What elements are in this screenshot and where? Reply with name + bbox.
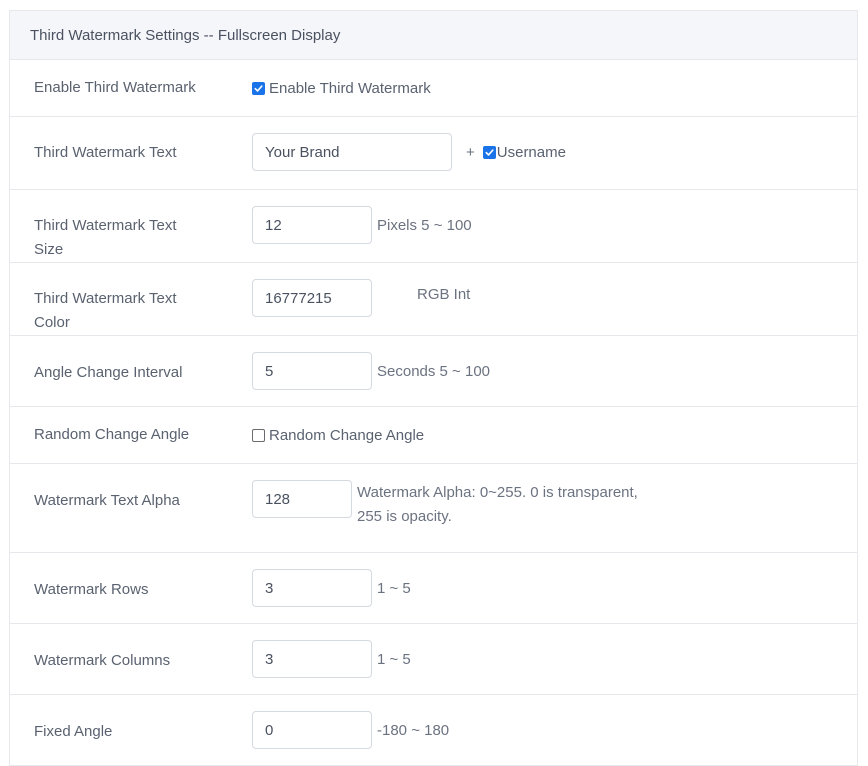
fixed-angle-input[interactable] — [252, 711, 372, 749]
watermark-columns-field: 1 ~ 5 — [252, 640, 411, 678]
enable-third-watermark-checkbox[interactable]: Enable Third Watermark — [252, 80, 431, 97]
checkbox-checked-icon[interactable] — [252, 81, 265, 95]
angle-change-interval-input[interactable] — [252, 352, 372, 390]
watermark-rows-hint: 1 ~ 5 — [377, 579, 411, 597]
text-size-hint: Pixels 5 ~ 100 — [377, 216, 472, 234]
text-color-hint: RGB Int — [417, 286, 471, 303]
row-watermark-text-alpha: Watermark Text Alpha Watermark Alpha: 0~… — [10, 464, 857, 553]
fixed-angle-label: Fixed Angle — [34, 723, 113, 740]
third-watermark-text-label: Third Watermark Text — [34, 144, 177, 161]
third-watermark-text-size-input[interactable] — [252, 206, 372, 244]
angle-change-interval-hint: Seconds 5 ~ 100 — [377, 362, 491, 380]
watermark-text-alpha-input[interactable] — [252, 480, 352, 518]
enable-third-watermark-checkbox-label[interactable]: Enable Third Watermark — [269, 80, 431, 97]
random-change-angle-label: Random Change Angle — [34, 426, 190, 443]
third-watermark-text-input[interactable] — [252, 133, 452, 171]
angle-change-interval-label: Angle Change Interval — [34, 364, 183, 381]
random-change-angle-checkbox[interactable]: Random Change Angle — [252, 427, 424, 444]
watermark-settings-panel: Third Watermark Settings -- Fullscreen D… — [9, 10, 858, 766]
plus-sign: + — [466, 143, 475, 161]
watermark-columns-input[interactable] — [252, 640, 372, 678]
third-watermark-text-size-field: Pixels 5 ~ 100 — [252, 206, 472, 244]
third-watermark-text-field: + Username — [252, 133, 566, 171]
watermark-text-alpha-field: Watermark Alpha: 0~255. 0 is transparent… — [252, 480, 667, 529]
third-watermark-text-color-input[interactable] — [252, 279, 372, 317]
row-third-watermark-text: Third Watermark Text + Username — [10, 117, 857, 190]
watermark-columns-label: Watermark Columns — [34, 652, 171, 669]
row-random-change-angle: Random Change Angle Random Change Angle — [10, 407, 857, 464]
enable-third-watermark-label: Enable Third Watermark — [34, 79, 196, 96]
row-watermark-columns: Watermark Columns 1 ~ 5 — [10, 624, 857, 695]
watermark-rows-field: 1 ~ 5 — [252, 569, 411, 607]
third-watermark-text-color-field: RGB Int — [252, 279, 470, 317]
checkmark-icon — [485, 148, 494, 156]
username-checkbox[interactable]: Username — [482, 144, 566, 161]
enable-third-watermark-field: Enable Third Watermark — [252, 76, 431, 100]
third-watermark-text-size-label: Third Watermark Text Size — [34, 217, 177, 258]
panel-header: Third Watermark Settings -- Fullscreen D… — [10, 11, 857, 60]
watermark-rows-input[interactable] — [252, 569, 372, 607]
checkbox-checked-icon[interactable] — [482, 145, 496, 159]
row-enable-third-watermark: Enable Third Watermark Enable Third Wate… — [10, 60, 857, 117]
watermark-columns-hint: 1 ~ 5 — [377, 650, 411, 668]
third-watermark-text-color-label: Third Watermark Text Color — [34, 290, 177, 331]
row-fixed-angle: Fixed Angle -180 ~ 180 — [10, 695, 857, 766]
row-third-watermark-text-size: Third Watermark Text Size Pixels 5 ~ 100 — [10, 190, 857, 263]
angle-change-interval-field: Seconds 5 ~ 100 — [252, 352, 490, 390]
checkmark-icon — [254, 84, 263, 92]
watermark-rows-label: Watermark Rows — [34, 581, 149, 598]
row-angle-change-interval: Angle Change Interval Seconds 5 ~ 100 — [10, 336, 857, 407]
random-change-angle-checkbox-label[interactable]: Random Change Angle — [269, 427, 424, 444]
random-change-angle-field: Random Change Angle — [252, 423, 424, 447]
row-watermark-rows: Watermark Rows 1 ~ 5 — [10, 553, 857, 624]
fixed-angle-field: -180 ~ 180 — [252, 711, 449, 749]
watermark-alpha-hint: Watermark Alpha: 0~255. 0 is transparent… — [357, 484, 638, 525]
panel-title: Third Watermark Settings -- Fullscreen D… — [30, 26, 341, 44]
checkbox-unchecked-icon[interactable] — [252, 428, 265, 442]
watermark-text-alpha-label: Watermark Text Alpha — [34, 492, 180, 509]
username-checkbox-label[interactable]: Username — [497, 144, 566, 161]
row-third-watermark-text-color: Third Watermark Text Color RGB Int — [10, 263, 857, 336]
fixed-angle-hint: -180 ~ 180 — [377, 721, 450, 739]
